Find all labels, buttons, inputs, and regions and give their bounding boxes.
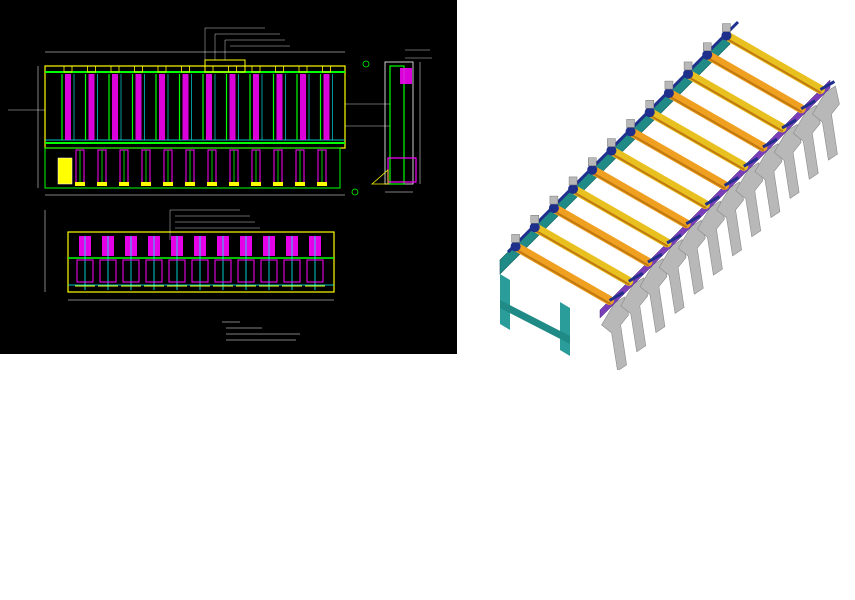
top-view-roller <box>276 74 283 140</box>
top-view-roller <box>112 74 118 140</box>
top-view-roller <box>229 74 236 140</box>
top-view-roller <box>253 74 259 140</box>
top-view-drive-unit <box>57 157 73 185</box>
iso-roller <box>626 126 730 190</box>
iso-roller <box>587 165 691 229</box>
iso-roller <box>549 203 653 267</box>
iso-roller-bearing <box>625 126 636 137</box>
end-view-base <box>387 157 417 183</box>
top-view-leg-foot <box>295 182 305 186</box>
top-view-leg-foot <box>185 182 195 186</box>
notes-block <box>222 321 300 341</box>
end-view-marker <box>362 60 370 68</box>
top-view-leg-foot <box>163 182 173 186</box>
top-view-roller <box>65 74 71 140</box>
iso-roller <box>511 241 615 305</box>
iso-roller-bearing <box>568 183 579 194</box>
iso-roller-housing <box>588 157 597 166</box>
iso-roller-bearing <box>683 68 694 79</box>
iso-roller-housing <box>568 176 578 186</box>
iso-roller <box>606 146 710 210</box>
iso-roller-housing <box>703 42 712 51</box>
iso-roller-bearing <box>587 164 598 175</box>
iso-roller-bearing <box>606 145 617 156</box>
iso-roller-housing <box>511 234 520 243</box>
top-view-leg-foot <box>207 182 217 186</box>
iso-roller <box>683 69 787 133</box>
iso-roller <box>721 31 825 95</box>
end-view-roller <box>400 68 412 84</box>
top-view-roller <box>323 74 330 140</box>
iso-roller-housing <box>722 23 731 32</box>
top-view-roller <box>300 74 306 140</box>
top-view <box>8 27 346 196</box>
top-view-roller <box>135 74 142 140</box>
iso-roller <box>702 50 806 114</box>
top-view-roller <box>182 74 189 140</box>
iso-roller-bearing <box>548 203 559 214</box>
iso-roller <box>664 88 768 152</box>
top-view-roller <box>88 74 95 140</box>
top-view-leg-foot <box>141 182 151 186</box>
iso-roller <box>530 222 634 286</box>
iso-roller-shadow <box>725 37 822 94</box>
iso-roller <box>568 184 672 248</box>
iso-roller <box>645 107 749 171</box>
top-view-leg-foot <box>229 182 239 186</box>
cad-drawing-panel <box>0 0 457 354</box>
isometric-view <box>499 20 840 370</box>
iso-roller-bearing <box>702 49 713 60</box>
iso-roller-housing <box>549 195 559 205</box>
top-view-leg-foot <box>251 182 261 186</box>
iso-frame-leg <box>560 302 570 356</box>
isometric-view-panel <box>470 0 855 370</box>
iso-roller-bearing <box>721 30 732 41</box>
iso-roller-bearing <box>663 88 674 99</box>
iso-roller-bearing <box>529 222 540 233</box>
iso-roller-housing <box>626 119 635 128</box>
top-view-leg-foot <box>97 182 107 186</box>
iso-roller-housing <box>530 215 539 224</box>
top-view-leg-foot <box>273 182 283 186</box>
iso-roller-housing <box>683 61 693 71</box>
top-view-leg-foot <box>119 182 129 186</box>
end-view-foot <box>370 169 389 185</box>
iso-roller-housing <box>664 80 674 90</box>
top-view-roller <box>159 74 165 140</box>
end-view <box>345 49 432 196</box>
top-view-leg-foot <box>75 182 85 186</box>
end-view-marker <box>351 188 359 196</box>
iso-roller-housing <box>645 100 654 109</box>
iso-roller-bearing <box>510 241 521 252</box>
iso-frame-crossbar <box>500 300 570 344</box>
side-view <box>44 209 335 301</box>
iso-roller-bearing <box>644 107 655 118</box>
top-view-roller <box>206 74 212 140</box>
iso-roller-housing <box>607 138 616 147</box>
cad-drawing <box>8 27 432 341</box>
top-view-leg-foot <box>317 182 327 186</box>
